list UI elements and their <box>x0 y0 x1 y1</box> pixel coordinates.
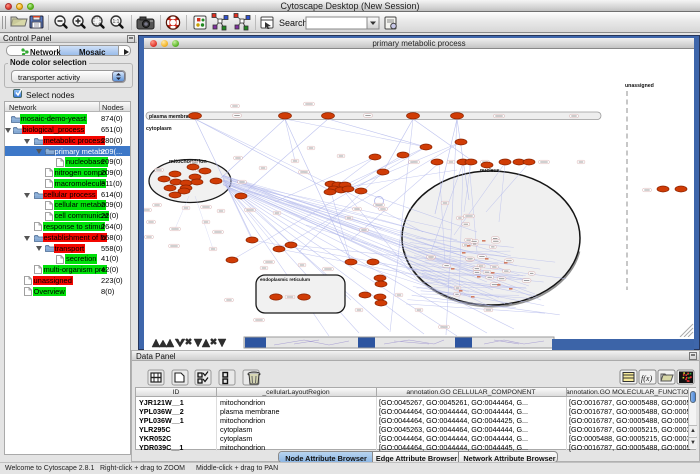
svg-text:plasma membrane: plasma membrane <box>149 114 195 120</box>
svg-text:f(x): f(x) <box>641 374 652 383</box>
svg-text:1:1: 1:1 <box>113 19 120 25</box>
svg-text:nucleus: nucleus <box>480 168 500 174</box>
svg-text:endoplasmic reticulum: endoplasmic reticulum <box>260 277 310 282</box>
svg-text:mitochondrion: mitochondrion <box>169 159 207 165</box>
svg-text:unassigned: unassigned <box>625 83 654 89</box>
svg-text:Search:: Search: <box>279 18 310 28</box>
svg-text:cytoplasm: cytoplasm <box>146 126 172 132</box>
